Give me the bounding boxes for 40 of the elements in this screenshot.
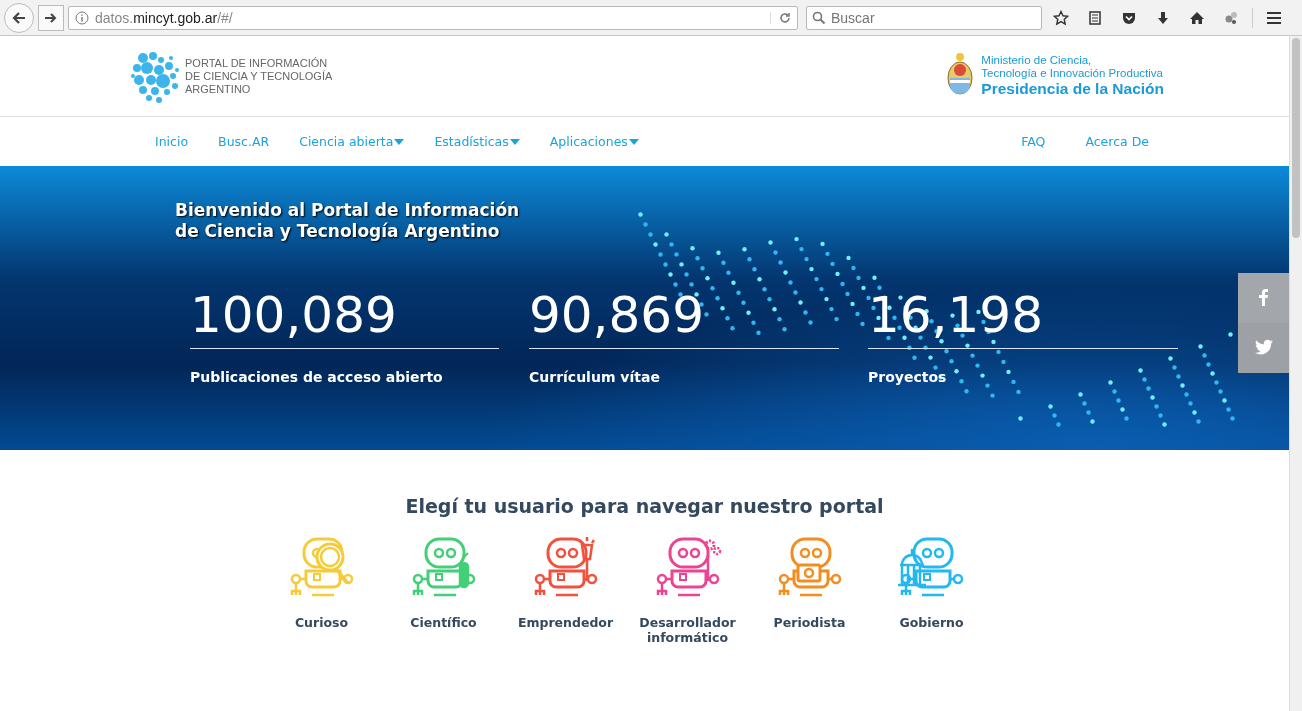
ministry-name: Tecnología e Innovación Productiva — [981, 67, 1164, 80]
bookmark-star-icon — [1053, 9, 1069, 26]
address-bar[interactable]: datos.mincyt.gob.ar/#/ — [68, 5, 798, 30]
forward-arrow-icon — [44, 10, 58, 25]
home-icon — [1189, 9, 1205, 26]
search-icon — [812, 10, 826, 25]
ministry-name: Ministerio de Ciencia, — [981, 54, 1093, 67]
search-field[interactable]: Buscar — [806, 5, 1042, 30]
download-arrow-icon — [1155, 9, 1171, 26]
url-text: datos.mincyt.gob.ar/#/ — [95, 9, 234, 26]
back-button[interactable] — [4, 2, 34, 33]
user-option[interactable]: Gobierno — [881, 535, 982, 645]
reload-button[interactable] — [770, 11, 791, 24]
share-button[interactable] — [1238, 323, 1289, 373]
info-icon — [75, 10, 89, 25]
stat-number: 90,869 — [529, 284, 839, 349]
reload-icon — [779, 11, 791, 24]
user-option[interactable]: Emprendedor — [515, 535, 616, 645]
hero-title: de Ciencia y Tecnología Argentino — [175, 221, 501, 242]
forward-button[interactable] — [38, 4, 64, 31]
stat-label: Currículum vítae — [529, 369, 661, 385]
section-heading: Elegí tu usuario para navegar nuestro portal — [404, 495, 885, 517]
hero-title: Bienvenido al Portal de Información — [175, 200, 521, 221]
back-arrow-icon — [11, 9, 27, 26]
extension-icon — [1223, 9, 1239, 26]
user-option[interactable]: Científico — [393, 535, 494, 645]
portal-title: PORTAL DE INFORMACIÓN — [185, 56, 329, 70]
reading-list-icon — [1087, 9, 1103, 26]
stat-number: 16,198 — [868, 284, 1178, 349]
user-option[interactable]: Desarrollador informático — [637, 535, 738, 645]
stat-label: Publicaciones de acceso abierto — [190, 369, 444, 385]
stat-number: 100,089 — [190, 284, 499, 349]
scrollbar[interactable] — [1289, 36, 1302, 711]
user-option[interactable]: Curioso — [271, 535, 372, 645]
portal-title: ARGENTINO — [185, 82, 252, 96]
presidency-name: Presidencia de la Nación — [981, 80, 1164, 98]
portal-title: DE CIENCIA Y TECNOLOGÍA — [185, 69, 333, 83]
stat-label: Proyectos — [868, 369, 948, 385]
menu-icon — [1266, 9, 1282, 26]
user-option[interactable]: Periodista — [759, 535, 860, 645]
